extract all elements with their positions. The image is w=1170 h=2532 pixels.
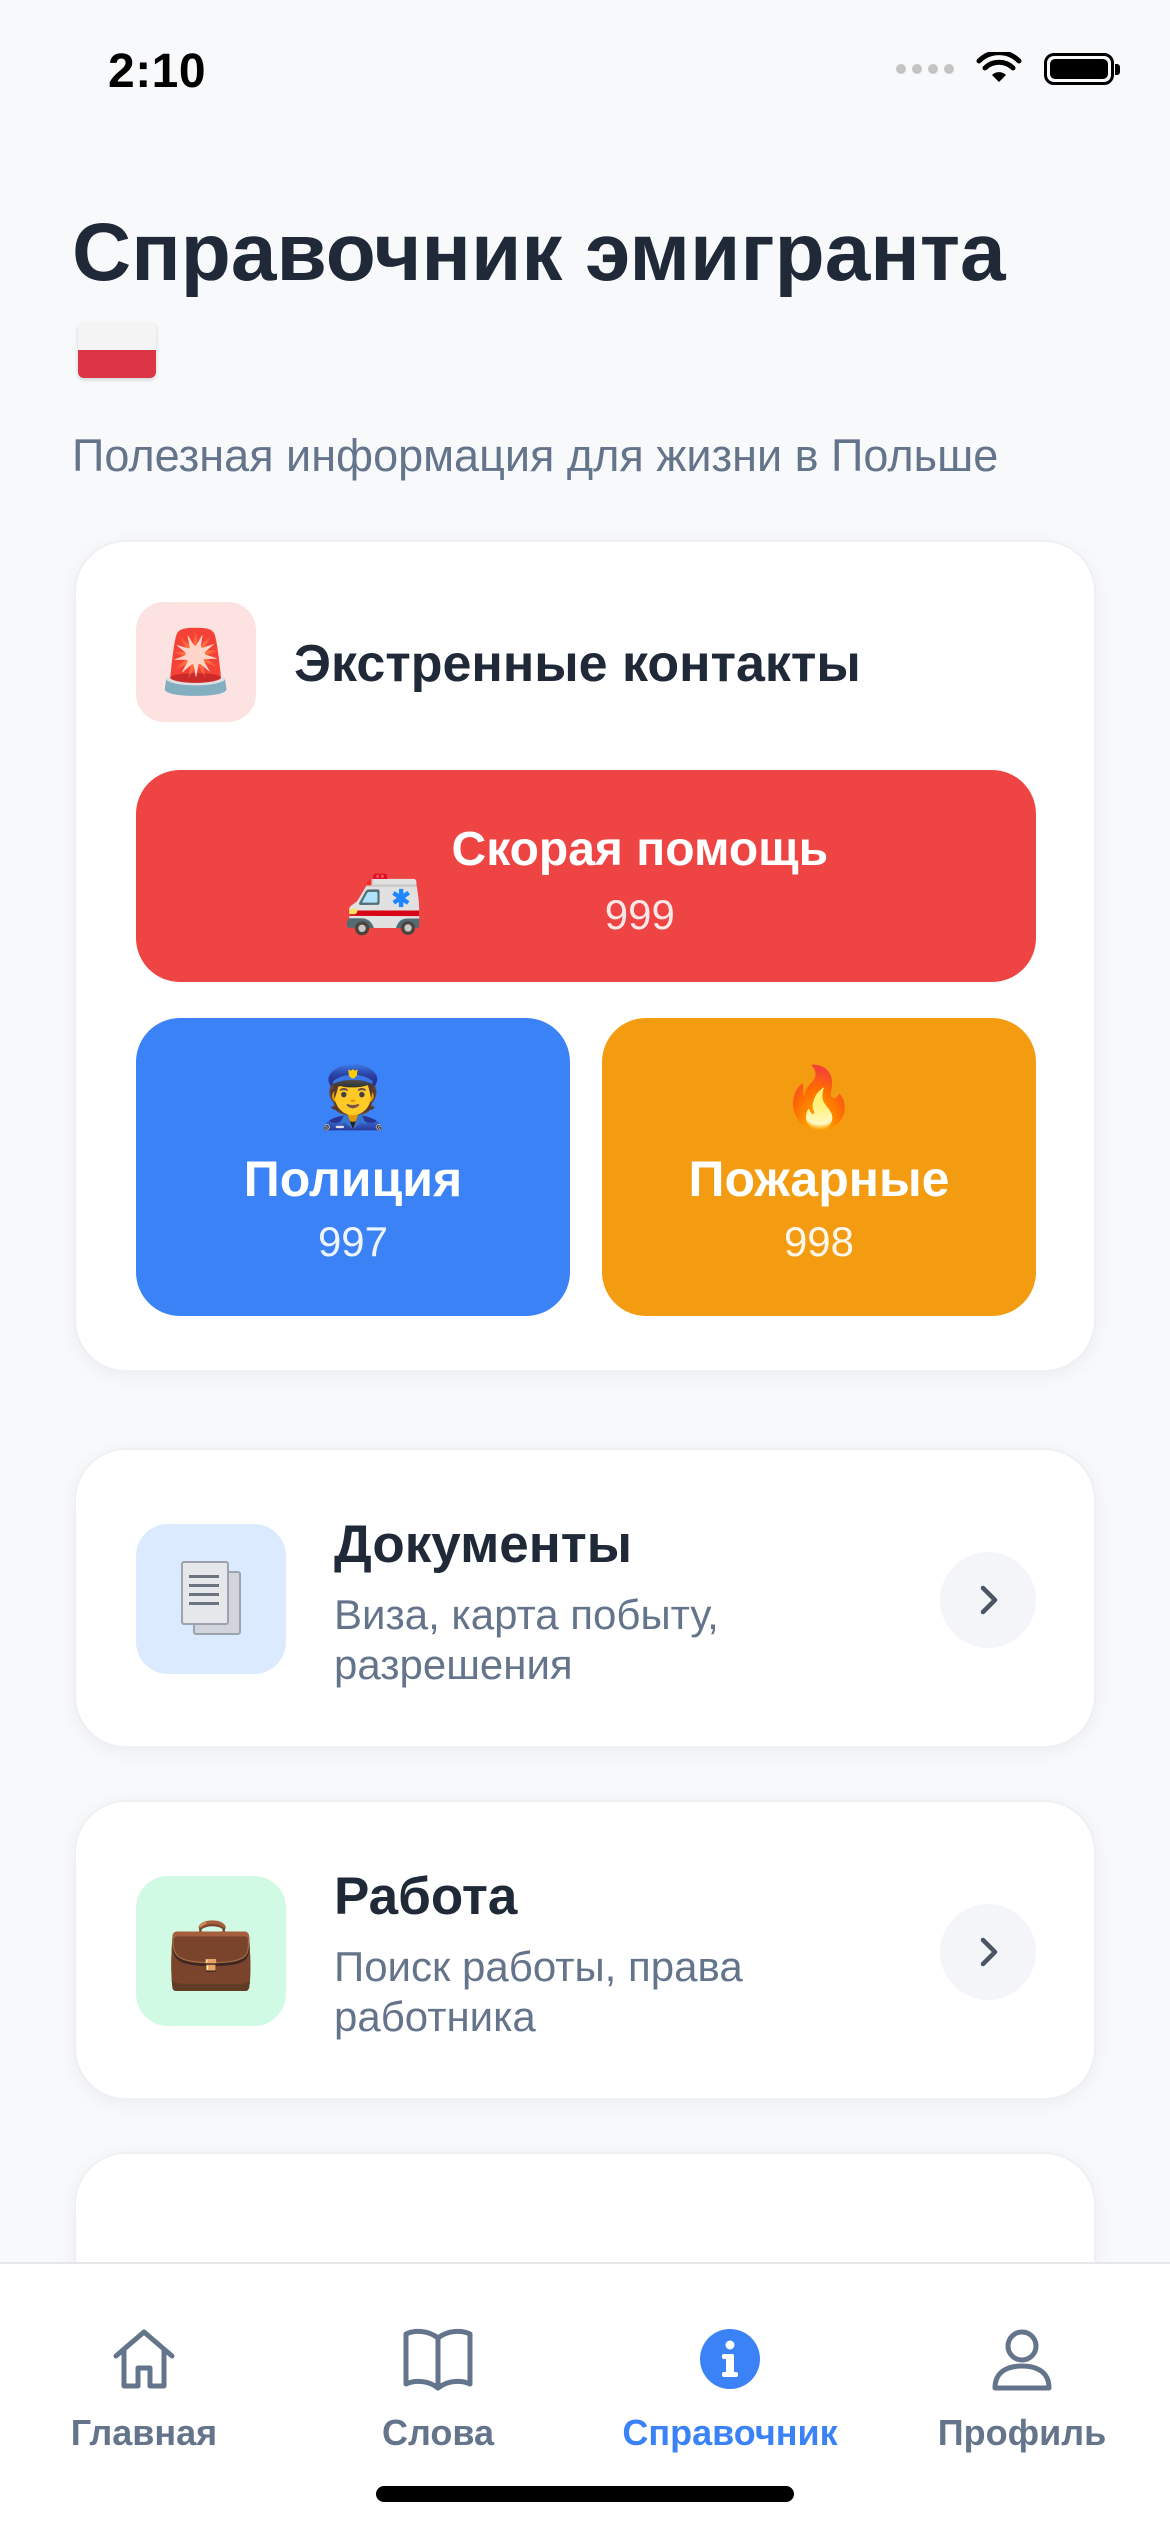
tab-home[interactable]: Главная xyxy=(14,2324,274,2454)
tab-words[interactable]: Слова xyxy=(308,2324,568,2454)
police-call-button[interactable]: 👮 Полиция 997 xyxy=(136,1018,570,1316)
wifi-icon xyxy=(976,52,1022,82)
fire-icon: 🔥 xyxy=(781,1064,857,1131)
fire-call-button[interactable]: 🔥 Пожарные 998 xyxy=(602,1018,1036,1316)
home-indicator xyxy=(376,2486,794,2502)
emergency-contacts-card: 🚨 Экстренные контакты 🚑 Скорая помощь 99… xyxy=(74,540,1096,1372)
app-screen: 2:10 Справочник эмигранта Полезная инфор… xyxy=(0,0,1170,2532)
work-title: Работа xyxy=(334,1867,518,1926)
ambulance-label: Скорая помощь xyxy=(451,823,829,876)
page-title: Справочник эмигранта xyxy=(72,207,1006,298)
profile-icon xyxy=(992,2329,1052,2391)
siren-icon: 🚨 xyxy=(136,602,256,722)
cellular-signal-icon xyxy=(896,64,954,74)
document-icon xyxy=(136,1524,286,1674)
ambulance-number: 999 xyxy=(604,891,675,938)
chevron-right-icon[interactable] xyxy=(940,1552,1036,1648)
police-number: 997 xyxy=(317,1218,389,1265)
work-card[interactable]: 💼 Работа Поиск работы, права работника xyxy=(74,1800,1096,2100)
tab-reference-label: Справочник xyxy=(622,2412,838,2453)
chevron-right-icon[interactable] xyxy=(940,1904,1036,2000)
poland-flag-icon xyxy=(78,322,156,378)
police-label: Полиция xyxy=(243,1151,463,1207)
status-bar: 2:10 xyxy=(0,0,1170,140)
emergency-title: Экстренные контакты xyxy=(294,635,861,693)
info-icon xyxy=(700,2329,760,2389)
fire-number: 998 xyxy=(783,1218,855,1265)
ambulance-call-button[interactable]: 🚑 Скорая помощь 999 xyxy=(136,770,1036,982)
briefcase-icon: 💼 xyxy=(136,1876,286,2026)
tab-reference[interactable]: Справочник xyxy=(600,2324,860,2454)
documents-card[interactable]: Документы Виза, карта побыту, разрешения xyxy=(74,1448,1096,1748)
battery-icon xyxy=(1044,53,1120,85)
fire-label: Пожарные xyxy=(688,1151,950,1207)
page-subtitle: Полезная информация для жизни в Польше xyxy=(72,430,999,481)
status-time: 2:10 xyxy=(108,45,207,98)
tab-profile[interactable]: Профиль xyxy=(892,2324,1152,2454)
tab-home-label: Главная xyxy=(70,2412,218,2453)
tab-words-label: Слова xyxy=(381,2412,495,2453)
home-icon xyxy=(113,2329,175,2389)
tab-profile-label: Профиль xyxy=(937,2412,1107,2453)
work-description: Поиск работы, права работника xyxy=(334,1943,743,2041)
book-icon xyxy=(403,2328,473,2391)
police-officer-icon: 👮 xyxy=(315,1064,391,1131)
documents-title: Документы xyxy=(334,1515,632,1574)
ambulance-icon: 🚑 xyxy=(343,864,424,936)
status-icons xyxy=(896,52,1120,86)
documents-description: Виза, карта побыту, разрешения xyxy=(334,1591,719,1689)
